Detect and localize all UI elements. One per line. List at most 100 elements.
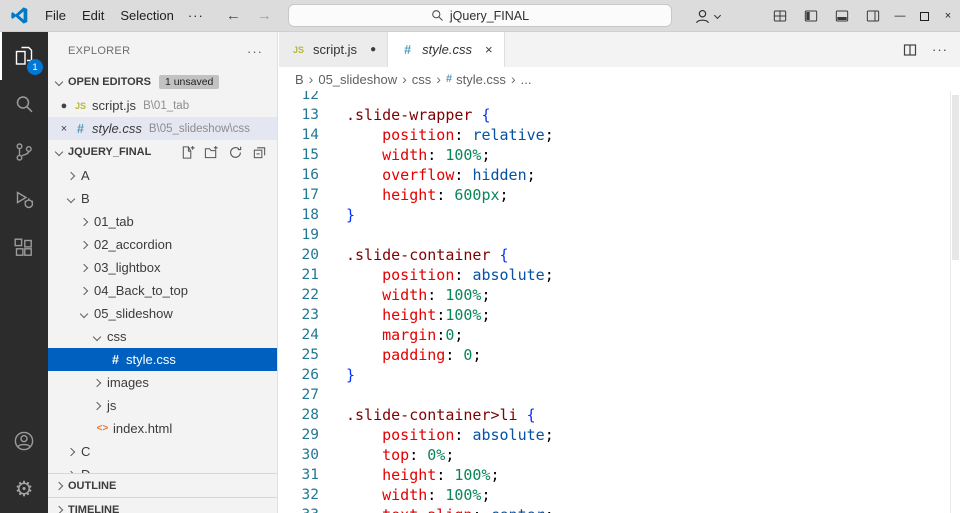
command-center-search[interactable]: jQuery_FINAL (288, 4, 672, 27)
code-line[interactable]: 28.slide-container>li { (279, 405, 950, 425)
toggle-primary-sidebar-icon[interactable] (795, 0, 826, 32)
tree-item[interactable]: 01_tab (48, 210, 277, 233)
tree-item[interactable]: 03_lightbox (48, 256, 277, 279)
menu-more-icon[interactable]: ··· (182, 5, 210, 26)
editor-more-actions-icon[interactable]: ··· (932, 42, 948, 57)
tree-item[interactable]: js (48, 394, 277, 417)
new-folder-icon[interactable] (204, 145, 219, 160)
breadcrumb-item[interactable]: 05_slideshow (318, 72, 397, 87)
settings-gear-icon[interactable]: ⚙ (0, 465, 48, 513)
code-line[interactable]: 30 top: 0%; (279, 445, 950, 465)
collapse-all-icon[interactable] (252, 145, 267, 160)
code-line[interactable]: 29 position: absolute; (279, 425, 950, 445)
back-icon[interactable]: ← (226, 7, 241, 24)
code-line[interactable]: 32 width: 100%; (279, 485, 950, 505)
tree-item[interactable]: B (48, 187, 277, 210)
code-line[interactable]: 16 overflow: hidden; (279, 165, 950, 185)
open-editor-item[interactable]: ×#style.cssB\05_slideshow\css (48, 117, 277, 140)
file-tree: AB 01_tab 02_accordion03_lightbox04_Back_t… (48, 164, 277, 473)
tree-item[interactable]: C (48, 440, 277, 463)
toggle-panel-icon[interactable] (826, 0, 857, 32)
toggle-secondary-sidebar-icon[interactable] (857, 0, 888, 32)
tree-item[interactable]: D (48, 463, 277, 473)
tab-label: style.css (422, 42, 472, 57)
run-debug-icon[interactable] (0, 176, 48, 224)
account-icon[interactable] (0, 417, 48, 465)
menu-edit[interactable]: Edit (74, 5, 112, 26)
line-number: 19 (279, 227, 319, 243)
code-line[interactable]: 22 width: 100%; (279, 285, 950, 305)
breadcrumb-separator: › (436, 71, 441, 87)
customize-layout-icon[interactable] (764, 0, 795, 32)
breadcrumb-item[interactable]: css (412, 72, 432, 87)
tree-item-label: 01_tab (94, 214, 134, 229)
open-editors-header[interactable]: OPEN EDITORS 1 unsaved (48, 70, 277, 94)
new-file-icon[interactable] (180, 145, 195, 160)
split-editor-icon[interactable] (902, 42, 918, 58)
chevron-down-icon (67, 194, 75, 202)
refresh-icon[interactable] (228, 145, 243, 160)
code-line[interactable]: 24 margin:0; (279, 325, 950, 345)
tree-item-label: js (107, 398, 116, 413)
code-line[interactable]: 15 width: 100%; (279, 145, 950, 165)
breadcrumb-item[interactable]: B (295, 72, 304, 87)
code-line[interactable]: 25 padding: 0; (279, 345, 950, 365)
chevron-right-icon (80, 217, 88, 225)
editor-scrollbar[interactable] (950, 91, 960, 513)
sidebar-bottom-sections: OUTLINE TIMELINE (48, 473, 277, 513)
gear-glyph: ⚙ (15, 477, 34, 502)
tab-script-js[interactable]: JSscript.js● (279, 32, 388, 67)
breadcrumb-item[interactable]: #style.css (446, 72, 506, 87)
menu-selection[interactable]: Selection (112, 5, 181, 26)
explorer-more-actions-icon[interactable]: ··· (247, 44, 263, 59)
code-line[interactable]: 26} (279, 365, 950, 385)
tree-item[interactable]: 02_accordion (48, 233, 277, 256)
close-tab-icon[interactable]: × (485, 42, 493, 57)
code-editor[interactable]: 1213.slide-wrapper {14 position: relativ… (279, 91, 950, 513)
minimize-button[interactable]: — (888, 0, 912, 32)
code-line[interactable]: 19 (279, 225, 950, 245)
tree-item[interactable]: A (48, 164, 277, 187)
maximize-button[interactable] (912, 0, 936, 32)
css-file-icon: # (399, 43, 416, 57)
open-editor-path: B\05_slideshow\css (149, 123, 250, 135)
line-number: 32 (279, 487, 319, 503)
close-window-button[interactable]: × (936, 0, 960, 32)
breadcrumb-label: 05_slideshow (318, 72, 397, 87)
source-control-icon[interactable] (0, 128, 48, 176)
menu-file[interactable]: File (37, 5, 74, 26)
open-editors-label: OPEN EDITORS (68, 76, 151, 88)
breadcrumb: B›05_slideshow›css›#style.css›... (279, 67, 960, 91)
code-line[interactable]: 23 height:100%; (279, 305, 950, 325)
code-line[interactable]: 31 height: 100%; (279, 465, 950, 485)
tree-item[interactable]: <>index.html (48, 417, 277, 440)
close-editor-icon[interactable]: × (56, 123, 72, 135)
activity-bar: 1 ⚙ (0, 32, 48, 513)
code-line[interactable]: 18} (279, 205, 950, 225)
open-editor-item[interactable]: ●JSscript.jsB\01_tab (48, 94, 277, 117)
tree-item[interactable]: 04_Back_to_top (48, 279, 277, 302)
tree-item[interactable]: css (48, 325, 277, 348)
search-sidebar-icon[interactable] (0, 80, 48, 128)
workspace-folder-header[interactable]: JQUERY_FINAL (48, 140, 277, 164)
tab-style-css[interactable]: # style.css × (388, 32, 504, 67)
code-line[interactable]: 20.slide-container { (279, 245, 950, 265)
tree-item[interactable]: images (48, 371, 277, 394)
code-line[interactable]: 21 position: absolute; (279, 265, 950, 285)
breadcrumb-item[interactable]: ... (521, 72, 532, 87)
outline-header[interactable]: OUTLINE (48, 473, 277, 497)
code-line[interactable]: 14 position: relative; (279, 125, 950, 145)
forward-icon[interactable]: → (257, 7, 272, 24)
account-menu[interactable] (693, 7, 720, 26)
explorer-icon[interactable]: 1 (0, 32, 48, 80)
extensions-icon[interactable] (0, 224, 48, 272)
code-line[interactable]: 13.slide-wrapper { (279, 105, 950, 125)
code-line[interactable]: 27 (279, 385, 950, 405)
code-line[interactable]: 33 text-align: center; (279, 505, 950, 513)
timeline-header[interactable]: TIMELINE (48, 497, 277, 513)
tree-item[interactable]: #style.css (48, 348, 277, 371)
code-line[interactable]: 17 height: 600px; (279, 185, 950, 205)
tree-item[interactable]: 05_slideshow (48, 302, 277, 325)
code-line[interactable]: 12 (279, 91, 950, 105)
scrollbar-thumb[interactable] (952, 95, 959, 260)
